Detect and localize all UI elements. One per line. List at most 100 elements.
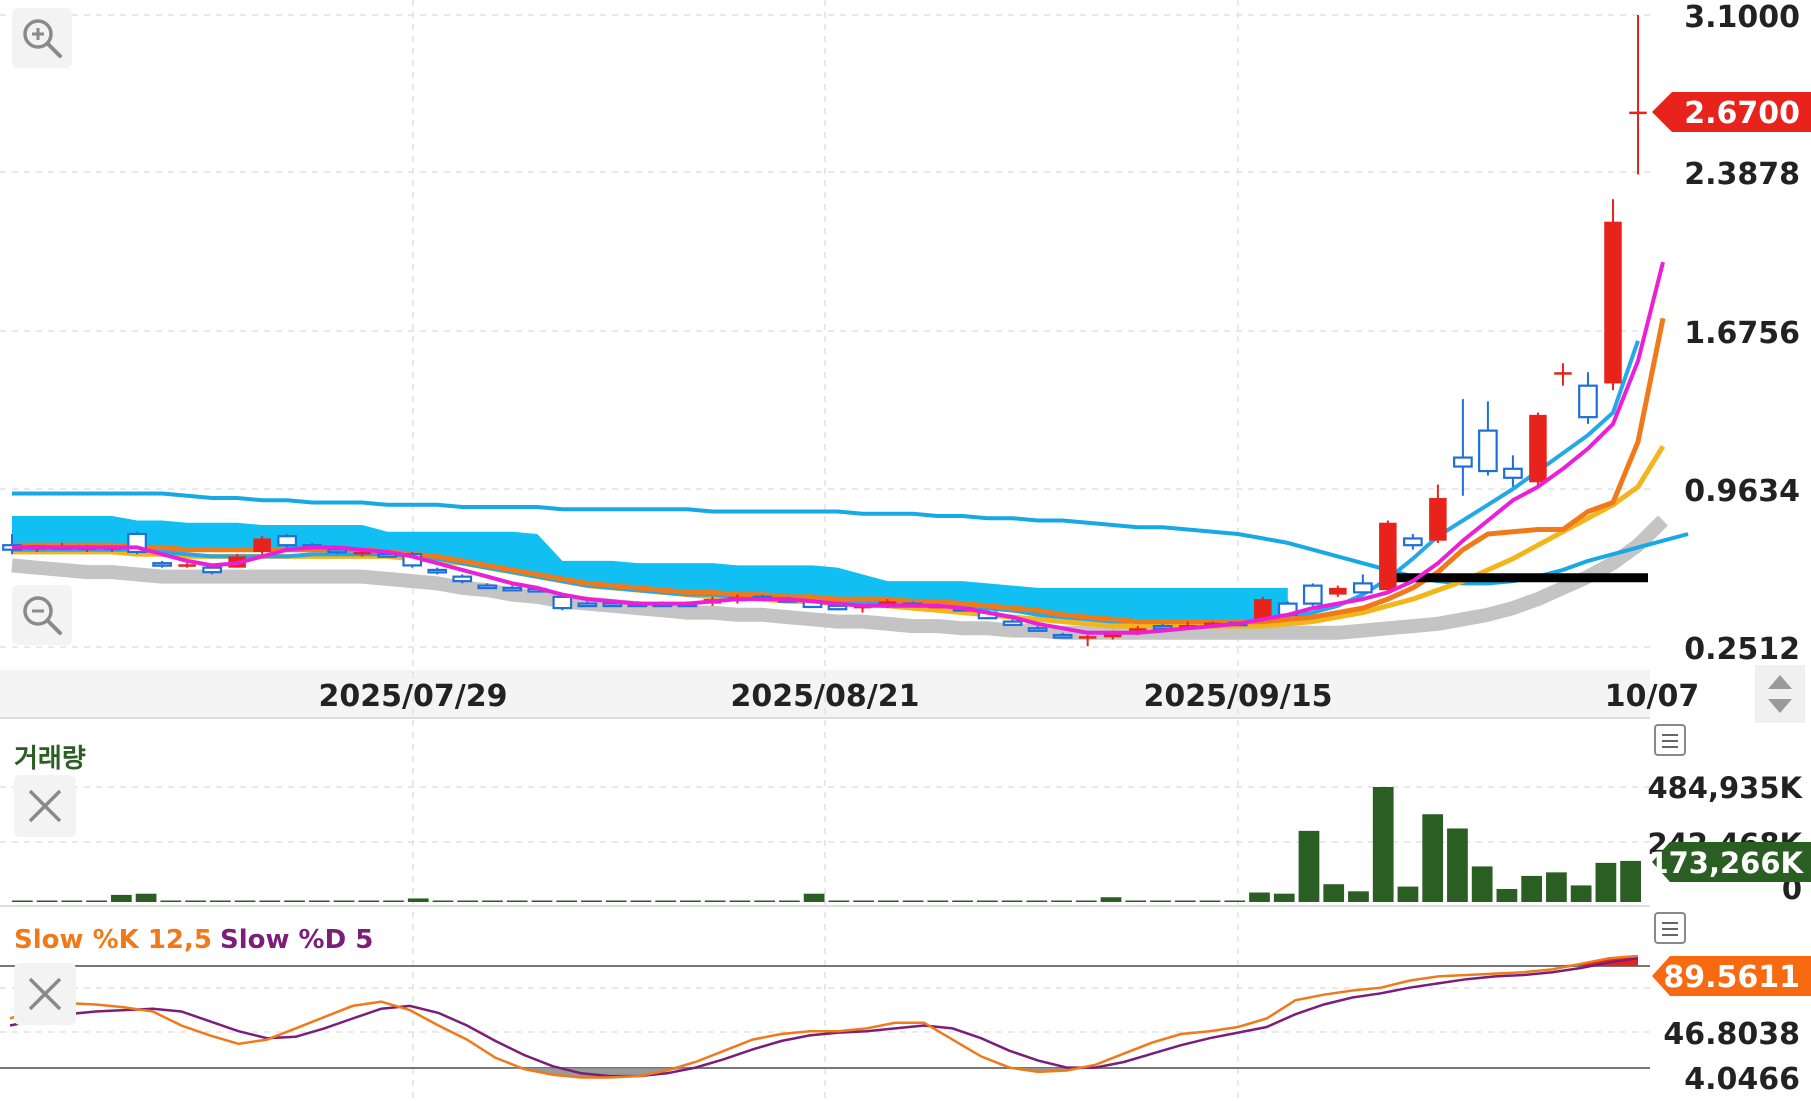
candle-body — [1027, 627, 1048, 632]
sort-arrows-icon — [1768, 675, 1792, 713]
price-y-tick: 2.3878 — [1684, 157, 1800, 192]
volume-bar — [506, 900, 528, 902]
candle-body — [1379, 522, 1397, 591]
current-volume-label: 173,266K — [1648, 846, 1804, 880]
candle-body — [202, 566, 222, 574]
candle-body — [1578, 384, 1598, 419]
stoch-y-tick: 46.8038 — [1663, 1017, 1800, 1052]
volume-bar — [1595, 862, 1617, 902]
stoch-k-label: Slow %K 12,5 — [14, 925, 212, 955]
volume-bar — [61, 900, 83, 902]
candle-body — [1604, 221, 1622, 384]
volume-bar — [1348, 891, 1369, 902]
volume-bar — [902, 900, 924, 902]
zoom-in-icon — [23, 19, 62, 58]
candle-body — [452, 575, 473, 583]
candle-body — [1052, 633, 1073, 639]
zoom-in-button[interactable] — [12, 8, 72, 68]
scroll-sort-button[interactable] — [1755, 665, 1805, 723]
volume-bar — [432, 900, 454, 902]
price-y-tick: 1.6756 — [1684, 316, 1800, 351]
volume-bar — [803, 893, 825, 902]
zoom-out-icon — [23, 596, 62, 635]
zoom-out-button[interactable] — [12, 585, 72, 645]
volume-bar — [630, 900, 652, 902]
volume-bar — [284, 900, 305, 902]
price-y-tick: 0.2512 — [1684, 632, 1800, 667]
candle-body — [577, 602, 598, 608]
volume-bar — [308, 900, 330, 902]
volume-bar — [828, 900, 850, 902]
candle-body — [277, 535, 298, 547]
candle-body — [1478, 429, 1498, 473]
candle-body — [1302, 584, 1323, 605]
volume-bar — [1546, 872, 1567, 902]
candle-body — [327, 548, 348, 554]
candle-body — [1529, 414, 1547, 483]
volume-bar — [160, 900, 182, 902]
volume-bar — [407, 898, 429, 902]
candle-body — [1329, 587, 1347, 595]
volume-bar — [358, 900, 380, 902]
volume-bar — [1051, 900, 1072, 902]
volume-y-tick: 484,935K — [1647, 771, 1803, 805]
volume-bar — [86, 900, 107, 902]
volume-bar — [1075, 900, 1097, 902]
x-tick: 2025/09/15 — [1144, 679, 1333, 714]
candle-body — [1453, 456, 1473, 468]
volume-bar — [556, 900, 578, 902]
volume-bar — [1372, 787, 1394, 902]
volume-bar — [259, 900, 281, 902]
stoch-d-label: Slow %D 5 — [219, 925, 374, 955]
volume-menu-button[interactable] — [1654, 724, 1686, 756]
current-price-label: 2.6700 — [1684, 96, 1800, 131]
candle-body — [152, 562, 172, 567]
volume-bar — [209, 900, 231, 902]
volume-bar — [1521, 875, 1543, 902]
volume-bar — [1422, 814, 1444, 902]
candle-body — [477, 584, 498, 590]
volume-bar — [877, 900, 899, 902]
candle-body — [1429, 498, 1447, 541]
volume-bar — [1620, 860, 1641, 902]
x-tick: 2025/07/29 — [319, 679, 508, 714]
candle-body — [1002, 620, 1023, 627]
current-price-badge: 2.6700 — [1652, 92, 1811, 132]
candle-body — [1554, 372, 1572, 375]
volume-bar — [581, 900, 602, 902]
volume-bar — [1125, 900, 1147, 902]
volume-bar — [927, 900, 949, 902]
volume-bar — [1323, 884, 1345, 902]
stoch-menu-button[interactable] — [1654, 912, 1686, 944]
volume-bar — [36, 900, 58, 902]
volume-bar — [1224, 900, 1246, 902]
stoch-close-button[interactable] — [14, 963, 76, 1025]
volume-bar — [1001, 900, 1023, 902]
candle-body — [1352, 582, 1373, 594]
candle-body — [827, 604, 848, 611]
candle-body — [1629, 111, 1647, 115]
volume-bar — [1100, 897, 1122, 902]
volume-bar — [531, 900, 553, 902]
volume-bar — [1496, 888, 1518, 902]
candle-body — [502, 586, 523, 592]
volume-bar — [754, 900, 776, 902]
volume-close-button[interactable] — [14, 775, 76, 837]
volume-bar — [1397, 886, 1419, 902]
candle-body — [253, 538, 271, 552]
volume-panel-label: 거래량 — [14, 744, 86, 774]
volume-bar — [185, 900, 206, 902]
volume-bar — [680, 900, 701, 902]
volume-bar — [1199, 900, 1221, 902]
candle-body — [1403, 537, 1423, 547]
volume-bar — [1447, 828, 1468, 902]
volume-bar — [383, 900, 404, 902]
volume-bar — [704, 900, 726, 902]
volume-bar — [457, 900, 479, 902]
volume-bar — [333, 900, 355, 902]
price-y-tick: 0.9634 — [1684, 474, 1800, 509]
volume-bar — [976, 900, 998, 902]
x-tick: 10/07 — [1605, 679, 1699, 714]
candle-body — [602, 602, 623, 608]
volume-bar — [1570, 885, 1592, 902]
